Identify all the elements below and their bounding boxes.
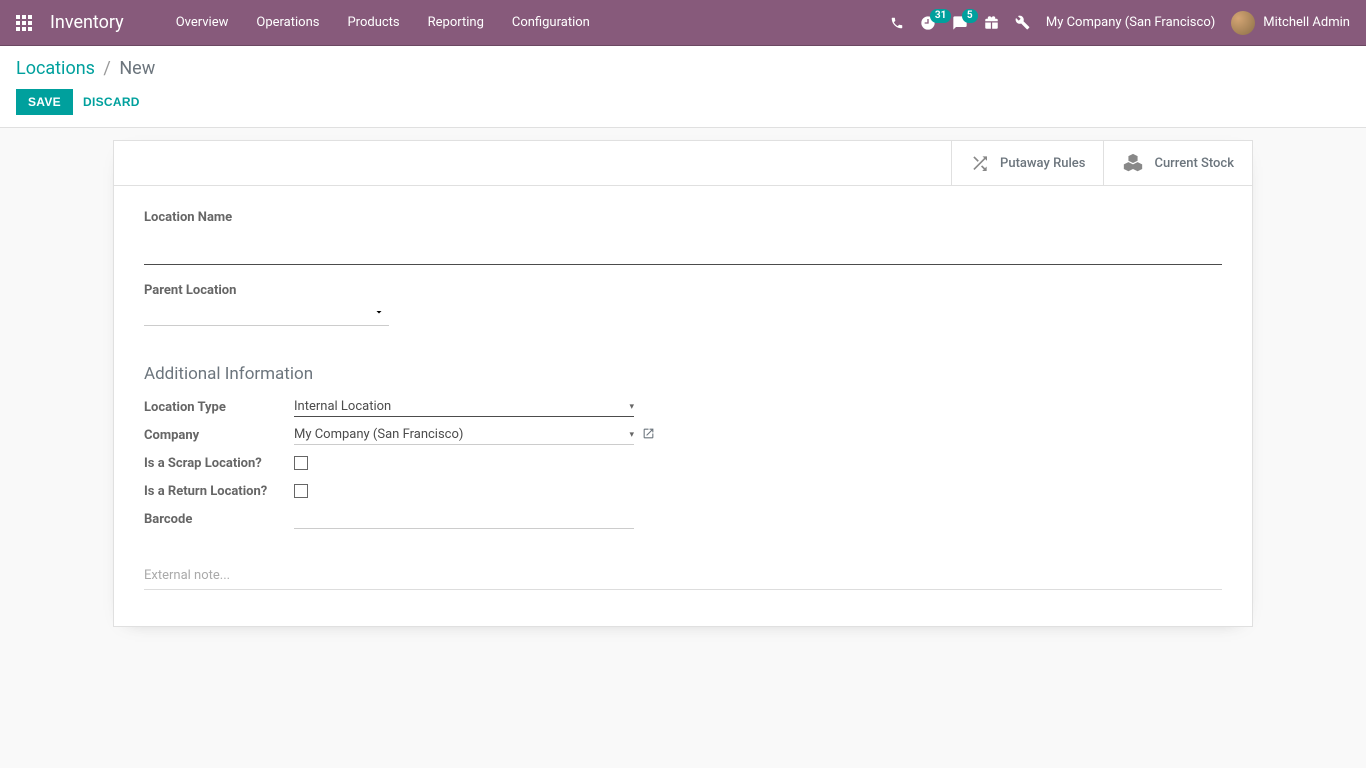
barcode-row: Barcode [144, 506, 683, 532]
top-navbar: Inventory Overview Operations Products R… [0, 0, 1366, 46]
section-title: Additional Information [144, 364, 1222, 384]
menu-products[interactable]: Products [335, 9, 411, 36]
location-name-label: Location Name [144, 210, 1222, 225]
parent-location-field[interactable] [144, 304, 389, 326]
location-type-value: Internal Location [294, 399, 391, 414]
app-title[interactable]: Inventory [50, 12, 124, 33]
sheet-body: Location Name Parent Location Additional… [114, 186, 1252, 626]
phone-icon[interactable] [890, 16, 904, 30]
putaway-rules-label: Putaway Rules [1000, 156, 1085, 171]
company-select[interactable]: My Company (San Francisco) ▾ [294, 425, 634, 445]
messages-icon[interactable]: 5 [952, 15, 968, 31]
return-location-checkbox[interactable] [294, 484, 308, 498]
current-stock-button[interactable]: Current Stock [1103, 141, 1252, 185]
user-menu[interactable]: Mitchell Admin [1231, 11, 1350, 35]
caret-down-icon: ▾ [629, 430, 634, 440]
scrap-location-checkbox[interactable] [294, 456, 308, 470]
discard-button[interactable]: DISCARD [83, 95, 140, 109]
external-note-input[interactable] [144, 562, 1222, 590]
main-menu: Overview Operations Products Reporting C… [164, 9, 602, 36]
breadcrumb-sep: / [103, 58, 110, 79]
messages-badge: 5 [962, 9, 978, 23]
company-row: Company My Company (San Francisco) ▾ [144, 422, 683, 448]
navbar-right: 31 5 My Company (San Francisco) Mitchell… [890, 11, 1350, 35]
company-label: Company [144, 428, 294, 443]
caret-down-icon: ▾ [629, 402, 634, 412]
form-sheet: Putaway Rules Current Stock Location Nam… [113, 140, 1253, 627]
scrap-row: Is a Scrap Location? [144, 450, 683, 476]
return-location-label: Is a Return Location? [144, 484, 294, 499]
location-type-label: Location Type [144, 400, 294, 415]
location-type-select[interactable]: Internal Location ▾ [294, 397, 634, 417]
control-panel: Locations / New SAVE DISCARD [0, 46, 1366, 128]
menu-reporting[interactable]: Reporting [416, 9, 496, 36]
menu-overview[interactable]: Overview [164, 9, 241, 36]
location-name-input[interactable] [144, 233, 1222, 265]
return-row: Is a Return Location? [144, 478, 683, 504]
scrap-location-label: Is a Scrap Location? [144, 456, 294, 471]
company-switcher[interactable]: My Company (San Francisco) [1046, 15, 1215, 30]
username: Mitchell Admin [1263, 15, 1350, 30]
breadcrumb-active: New [119, 58, 155, 79]
shuffle-icon [970, 153, 990, 173]
breadcrumb: Locations / New [16, 58, 1350, 79]
form-group: Location Type Internal Location ▾ Compan… [144, 394, 683, 534]
menu-configuration[interactable]: Configuration [500, 9, 602, 36]
company-value: My Company (San Francisco) [294, 427, 463, 442]
location-type-row: Location Type Internal Location ▾ [144, 394, 683, 420]
barcode-label: Barcode [144, 512, 294, 527]
gift-icon[interactable] [984, 15, 999, 30]
putaway-rules-button[interactable]: Putaway Rules [951, 141, 1103, 185]
avatar-icon [1231, 11, 1255, 35]
form-container: Putaway Rules Current Stock Location Nam… [0, 128, 1366, 627]
breadcrumb-parent[interactable]: Locations [16, 58, 95, 79]
activities-icon[interactable]: 31 [920, 15, 936, 31]
boxes-icon [1122, 152, 1144, 174]
external-link-icon[interactable] [642, 427, 655, 444]
current-stock-label: Current Stock [1154, 156, 1234, 171]
parent-location-label: Parent Location [144, 283, 1222, 298]
save-button[interactable]: SAVE [16, 89, 73, 115]
tools-icon[interactable] [1015, 15, 1030, 30]
apps-icon[interactable] [16, 15, 32, 31]
stat-button-box: Putaway Rules Current Stock [114, 141, 1252, 186]
action-buttons: SAVE DISCARD [16, 89, 1350, 115]
menu-operations[interactable]: Operations [244, 9, 331, 36]
barcode-input[interactable] [294, 509, 634, 529]
activities-badge: 31 [930, 9, 951, 23]
caret-down-icon [373, 306, 385, 322]
